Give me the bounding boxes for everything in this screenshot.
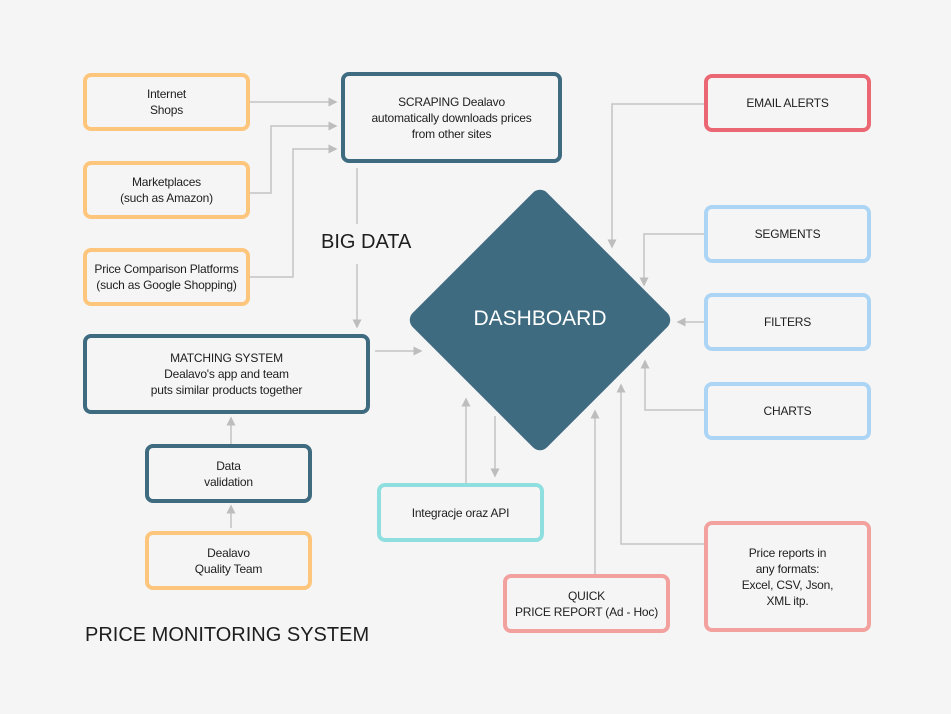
connector-alerts-dashboard <box>607 103 704 249</box>
page-title: PRICE MONITORING SYSTEM <box>85 624 370 646</box>
reports-line: Excel, CSV, Json, <box>741 577 834 592</box>
filters-box[interactable]: FILTERS <box>704 293 871 351</box>
scraping-line: automatically downloads prices <box>371 110 532 125</box>
connector-reports-dashboard <box>616 383 704 545</box>
source-line: (such as Amazon) <box>120 191 213 205</box>
source-line: Price Comparison Platforms <box>94 262 239 276</box>
quality-line: Quality Team <box>194 561 263 576</box>
scraping-line: from other sites <box>411 126 492 141</box>
price-reports-box[interactable]: Price reports in any formats: Excel, CSV… <box>704 521 871 632</box>
matching-title: MATCHING SYSTEM <box>170 351 283 365</box>
dashboard-label: DASHBOARD <box>473 307 607 330</box>
quality-team-box[interactable]: Dealavo Quality Team <box>145 531 312 590</box>
segments-box[interactable]: SEGMENTS <box>704 205 871 263</box>
data-validation-box[interactable]: Data validation <box>145 444 312 503</box>
source-line: (such as Google Shopping) <box>96 278 237 292</box>
email-alerts-box[interactable]: EMAIL ALERTS <box>704 74 871 132</box>
feature-label: CHARTS <box>763 404 812 418</box>
quality-line: Dealavo <box>207 545 250 560</box>
connector-segments-dashboard <box>639 233 704 287</box>
validation-line: validation <box>204 474 253 489</box>
validation-line: Data <box>216 458 241 473</box>
reports-line: any formats: <box>755 561 820 576</box>
integration-api-box[interactable]: Integracje oraz API <box>377 483 544 542</box>
quick-report-line: QUICK <box>567 588 605 603</box>
feature-label: SEGMENTS <box>754 227 821 241</box>
source-line: Shops <box>149 103 184 117</box>
source-line: Marketplaces <box>132 175 201 189</box>
source-price-comparison[interactable]: Price Comparison Platforms (such as Goog… <box>83 248 250 306</box>
reports-line: XML itp. <box>766 593 809 608</box>
matching-system-box[interactable]: MATCHING SYSTEM Dealavo's app and team p… <box>83 334 370 414</box>
source-internet-shops[interactable]: Internet Shops <box>83 73 250 131</box>
matching-line: puts similar products together <box>150 383 303 397</box>
quick-report-line: PRICE REPORT (Ad - Hoc) <box>515 604 658 619</box>
connector-charts-dashboard <box>640 359 704 411</box>
scraping-box[interactable]: SCRAPING Dealavo automatically downloads… <box>341 72 562 163</box>
feature-label: EMAIL ALERTS <box>746 96 829 110</box>
source-marketplaces[interactable]: Marketplaces (such as Amazon) <box>83 161 250 219</box>
connector-comparison-scraping <box>249 144 338 278</box>
quick-price-report-box[interactable]: QUICK PRICE REPORT (Ad - Hoc) <box>503 574 670 633</box>
scraping-title: SCRAPING Dealavo <box>398 94 505 109</box>
source-line: Internet <box>146 87 187 101</box>
integration-label: Integracje oraz API <box>411 505 510 520</box>
matching-line: Dealavo's app and team <box>164 367 289 381</box>
feature-label: FILTERS <box>763 315 812 329</box>
reports-line: Price reports in <box>748 545 827 560</box>
big-data-label: BIG DATA <box>321 231 412 253</box>
charts-box[interactable]: CHARTS <box>704 382 871 440</box>
